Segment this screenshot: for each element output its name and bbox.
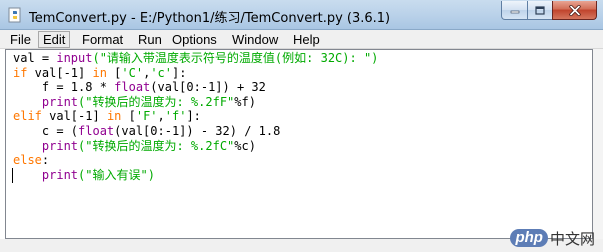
- code-token: print: [41, 167, 79, 182]
- vertical-scrollbar[interactable]: [593, 49, 603, 239]
- menu-options[interactable]: Options: [168, 31, 221, 48]
- code-token: float: [78, 123, 115, 138]
- code-token: if: [13, 65, 28, 80]
- code-line[interactable]: elif val[-1] in ['F','f']:: [13, 109, 378, 124]
- minimize-button[interactable]: [501, 1, 528, 20]
- code-token: :: [41, 153, 50, 168]
- code-token: ,: [157, 109, 165, 124]
- code-token: ("转换后的温度为: %.2fC": [78, 138, 235, 153]
- menu-format[interactable]: Format: [78, 31, 127, 48]
- code-token: ("输入有误"): [78, 167, 155, 182]
- code-line[interactable]: c = (float(val[0:-1]) - 32) / 1.8: [13, 124, 378, 139]
- code-token: 'C': [121, 65, 144, 80]
- code-token: [: [106, 65, 122, 80]
- code-line[interactable]: f = 1.8 * float(val[0:-1]) + 32: [13, 80, 378, 95]
- code-token: val[-1]: [27, 65, 93, 80]
- code-line[interactable]: print("转换后的温度为: %.2fC"%c): [13, 139, 378, 154]
- code-line[interactable]: val = input("请输入带温度表示符号的温度值(例如: 32C): "): [13, 51, 378, 66]
- code-token: f = 1.8 *: [13, 80, 115, 95]
- menu-bar: File Edit Format Run Options Window Help: [0, 30, 603, 49]
- code-text[interactable]: val = input("请输入带温度表示符号的温度值(例如: 32C): ")…: [13, 51, 378, 182]
- code-token: print: [41, 94, 79, 109]
- code-line[interactable]: if val[-1] in ['C','c']:: [13, 66, 378, 81]
- code-token: 'F': [135, 109, 158, 124]
- code-token: input: [56, 51, 93, 65]
- close-button[interactable]: [552, 1, 597, 20]
- code-line[interactable]: else:: [13, 153, 378, 168]
- code-line[interactable]: print("输入有误"): [13, 168, 378, 183]
- menu-window[interactable]: Window: [228, 31, 282, 48]
- code-token: in: [106, 109, 122, 124]
- window-title: TemConvert.py - E:/Python1/练习/TemConvert…: [29, 11, 391, 26]
- code-token: ("请输入带温度表示符号的温度值(例如: 32C): "): [92, 51, 379, 65]
- watermark-logo: php: [510, 229, 548, 247]
- code-token: else: [13, 153, 42, 168]
- code-token: %f): [234, 94, 256, 109]
- title-bar[interactable]: TemConvert.py - E:/Python1/练习/TemConvert…: [0, 0, 603, 30]
- code-token: elif: [13, 109, 42, 124]
- menu-edit[interactable]: Edit: [38, 31, 71, 48]
- code-line[interactable]: print("转换后的温度为: %.2fF"%f): [13, 95, 378, 110]
- code-token: val =: [13, 51, 57, 65]
- watermark: php 中文网: [510, 227, 595, 249]
- menu-run[interactable]: Run: [134, 31, 166, 48]
- text-cursor: [12, 168, 13, 183]
- menu-file[interactable]: File: [6, 31, 35, 48]
- code-token: print: [41, 138, 79, 153]
- menu-help[interactable]: Help: [289, 31, 324, 48]
- code-token: (val[0:-1]) + 32: [150, 80, 266, 95]
- code-token: float: [114, 80, 151, 95]
- code-token: 'f': [164, 109, 187, 124]
- code-token: [: [121, 109, 136, 124]
- watermark-text: 中文网: [549, 229, 595, 248]
- code-token: in: [92, 65, 107, 80]
- maximize-button[interactable]: [527, 1, 553, 20]
- code-token: ]:: [186, 109, 201, 124]
- maximize-icon: [535, 5, 545, 15]
- code-token: c = (: [13, 123, 79, 138]
- code-token: 'c': [150, 65, 172, 80]
- code-token: (val[0:-1]) - 32) / 1.8: [114, 123, 281, 138]
- close-icon: [568, 4, 581, 16]
- code-token: ]:: [172, 65, 187, 80]
- python-file-icon: [7, 7, 23, 23]
- minimize-icon: [510, 10, 519, 14]
- code-token: ("转换后的温度为: %.2fF": [78, 94, 235, 109]
- code-token: val[-1]: [41, 109, 107, 124]
- code-token: %c): [234, 138, 256, 153]
- code-editor[interactable]: val = input("请输入带温度表示符号的温度值(例如: 32C): ")…: [5, 49, 593, 239]
